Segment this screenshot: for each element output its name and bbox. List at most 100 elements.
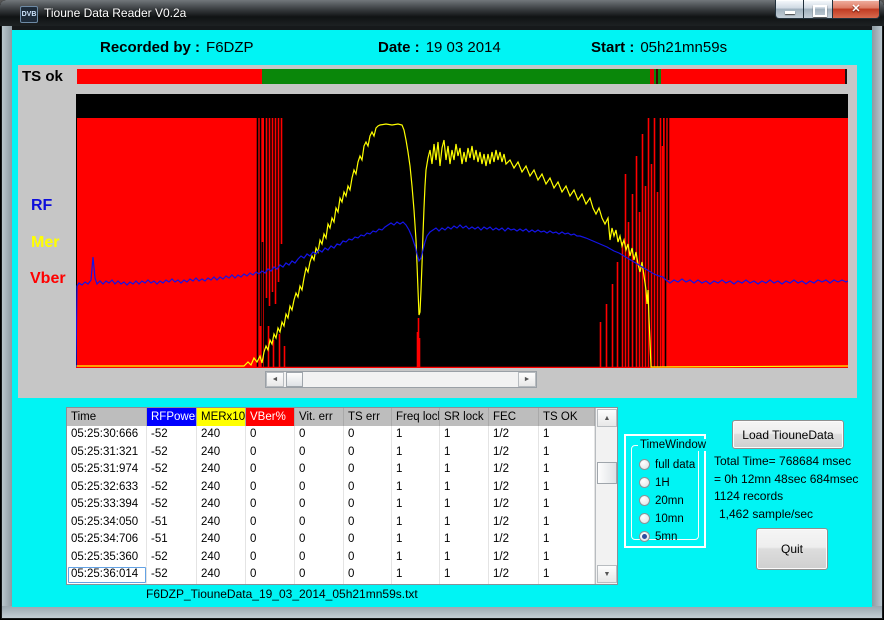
radio-selected-icon[interactable] bbox=[639, 531, 650, 542]
table-row[interactable]: 05:25:35:360-52240000111/21 bbox=[67, 549, 595, 567]
table-scroll-up-button[interactable]: ▲ bbox=[597, 409, 617, 427]
table-cell[interactable]: 1 bbox=[440, 426, 489, 444]
close-button[interactable]: ✕ bbox=[832, 0, 880, 19]
table-cell[interactable]: 1 bbox=[392, 549, 440, 567]
column-header-vit-err[interactable]: Vit. err bbox=[295, 408, 344, 426]
table-cell[interactable]: 0 bbox=[246, 479, 295, 497]
table-cell[interactable]: 240 bbox=[197, 514, 246, 532]
table-cell[interactable]: 0 bbox=[344, 549, 392, 567]
table-cell[interactable]: 1 bbox=[440, 549, 489, 567]
table-scrollbar-thumb[interactable] bbox=[597, 462, 617, 484]
table-row[interactable]: 05:25:34:706-51240000111/21 bbox=[67, 531, 595, 549]
title-bar[interactable]: DVB Tioune Data Reader V0.2a ✕ bbox=[0, 0, 884, 26]
table-row[interactable]: 05:25:30:666-52240000111/21 bbox=[67, 426, 595, 444]
table-row[interactable]: 05:25:36:014-52240000111/21 bbox=[67, 566, 595, 584]
table-cell[interactable]: 240 bbox=[197, 479, 246, 497]
table-cell[interactable]: 1/2 bbox=[489, 479, 539, 497]
table-cell[interactable]: 1 bbox=[440, 496, 489, 514]
table-cell[interactable]: 240 bbox=[197, 461, 246, 479]
table-cell[interactable]: 0 bbox=[344, 496, 392, 514]
table-cell[interactable]: 0 bbox=[344, 566, 392, 584]
table-cell[interactable]: 1 bbox=[392, 444, 440, 462]
table-row[interactable]: 05:25:34:050-51240000111/21 bbox=[67, 514, 595, 532]
table-cell[interactable]: 1/2 bbox=[489, 461, 539, 479]
column-header-sr-lock[interactable]: SR lock bbox=[440, 408, 489, 426]
table-cell[interactable]: 1 bbox=[392, 531, 440, 549]
table-cell[interactable]: -52 bbox=[147, 461, 197, 479]
table-cell[interactable]: 0 bbox=[295, 444, 344, 462]
table-cell[interactable]: 0 bbox=[344, 461, 392, 479]
table-cell[interactable]: 240 bbox=[197, 566, 246, 584]
time-window-option-full-data[interactable]: full data bbox=[639, 458, 695, 471]
table-cell[interactable]: 0 bbox=[246, 549, 295, 567]
table-cell[interactable]: -52 bbox=[147, 566, 197, 584]
table-cell[interactable]: -51 bbox=[147, 531, 197, 549]
table-row[interactable]: 05:25:32:633-52240000111/21 bbox=[67, 479, 595, 497]
table-cell[interactable]: 0 bbox=[295, 496, 344, 514]
table-cell[interactable]: 1/2 bbox=[489, 531, 539, 549]
table-cell[interactable]: 05:25:32:633 bbox=[67, 479, 147, 497]
time-window-option-10mn[interactable]: 10mn bbox=[639, 512, 684, 525]
table-cell[interactable]: 240 bbox=[197, 531, 246, 549]
radio-icon[interactable] bbox=[639, 459, 650, 470]
table-cell[interactable]: 1/2 bbox=[489, 444, 539, 462]
table-scroll-down-button[interactable]: ▼ bbox=[597, 565, 617, 583]
table-cell[interactable]: 1/2 bbox=[489, 426, 539, 444]
table-cell[interactable]: 0 bbox=[246, 514, 295, 532]
table-cell[interactable]: 0 bbox=[246, 566, 295, 584]
table-cell[interactable]: 0 bbox=[246, 496, 295, 514]
column-header-fec[interactable]: FEC bbox=[489, 408, 539, 426]
table-cell[interactable]: 0 bbox=[295, 479, 344, 497]
table-cell[interactable]: 0 bbox=[344, 514, 392, 532]
table-cell[interactable]: 0 bbox=[344, 426, 392, 444]
table-cell[interactable]: 1/2 bbox=[489, 514, 539, 532]
table-cell[interactable]: 1 bbox=[440, 461, 489, 479]
table-cell[interactable]: 05:25:31:321 bbox=[67, 444, 147, 462]
table-cell[interactable]: 1 bbox=[392, 461, 440, 479]
time-window-option-1h[interactable]: 1H bbox=[639, 476, 670, 489]
table-cell[interactable]: 0 bbox=[246, 444, 295, 462]
table-cell[interactable]: 240 bbox=[197, 444, 246, 462]
table-cell[interactable]: 1 bbox=[440, 479, 489, 497]
table-cell[interactable]: 0 bbox=[246, 461, 295, 479]
time-window-option-20mn[interactable]: 20mn bbox=[639, 494, 684, 507]
table-cell[interactable]: 05:25:34:050 bbox=[67, 514, 147, 532]
data-table-grid[interactable]: TimeRFPowerMERx10VBer%Vit. errTS errFreq… bbox=[67, 408, 595, 584]
table-cell[interactable]: 1/2 bbox=[489, 566, 539, 584]
table-row[interactable]: 05:25:31:321-52240000111/21 bbox=[67, 444, 595, 462]
table-cell[interactable]: 1 bbox=[539, 549, 595, 567]
table-cell[interactable]: 1 bbox=[539, 514, 595, 532]
table-cell[interactable]: 1 bbox=[392, 479, 440, 497]
table-cell[interactable]: 1 bbox=[539, 426, 595, 444]
table-cell[interactable]: -52 bbox=[147, 444, 197, 462]
column-header-vber-[interactable]: VBer% bbox=[246, 408, 295, 426]
table-cell[interactable]: 1 bbox=[539, 479, 595, 497]
column-header-freq-lock[interactable]: Freq lock bbox=[392, 408, 440, 426]
column-header-ts-err[interactable]: TS err bbox=[344, 408, 392, 426]
table-cell[interactable]: 240 bbox=[197, 426, 246, 444]
table-cell[interactable]: 0 bbox=[344, 531, 392, 549]
table-cell[interactable]: 240 bbox=[197, 549, 246, 567]
table-cell[interactable]: 1 bbox=[440, 514, 489, 532]
table-cell[interactable]: -52 bbox=[147, 549, 197, 567]
column-header-time[interactable]: Time bbox=[67, 408, 147, 426]
table-cell[interactable]: 0 bbox=[295, 566, 344, 584]
radio-icon[interactable] bbox=[639, 495, 650, 506]
table-cell[interactable]: 1 bbox=[392, 514, 440, 532]
table-row[interactable]: 05:25:31:974-52240000111/21 bbox=[67, 461, 595, 479]
scroll-left-button[interactable]: ◄ bbox=[266, 372, 284, 387]
table-cell[interactable]: 0 bbox=[344, 479, 392, 497]
table-cell[interactable]: 1 bbox=[440, 444, 489, 462]
table-cell[interactable]: 1/2 bbox=[489, 496, 539, 514]
scroll-right-button[interactable]: ► bbox=[518, 372, 536, 387]
table-cell[interactable]: 05:25:36:014 bbox=[67, 566, 147, 584]
column-header-ts-ok[interactable]: TS OK bbox=[539, 408, 595, 426]
table-cell[interactable]: 0 bbox=[344, 444, 392, 462]
table-row[interactable]: 05:25:33:394-52240000111/21 bbox=[67, 496, 595, 514]
table-cell[interactable]: 05:25:33:394 bbox=[67, 496, 147, 514]
table-scrollbar[interactable]: ▲ ▼ bbox=[595, 408, 617, 584]
table-cell[interactable]: 0 bbox=[295, 426, 344, 444]
table-cell[interactable]: 1 bbox=[392, 426, 440, 444]
radio-icon[interactable] bbox=[639, 513, 650, 524]
table-cell[interactable]: 1 bbox=[539, 496, 595, 514]
